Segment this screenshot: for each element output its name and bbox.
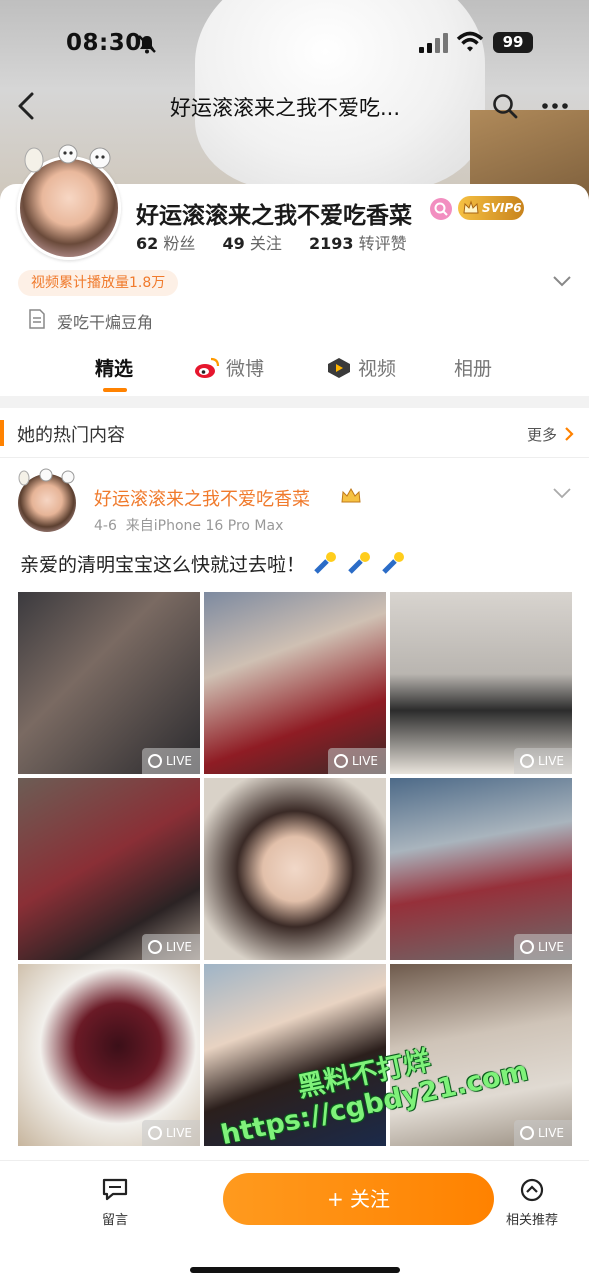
search-icon[interactable] [491,92,519,120]
candle-emoji-icon [382,552,405,574]
svip-badge[interactable]: SVIP6 [458,196,524,220]
status-bar: 08:30 99 [0,0,589,88]
post-photo-7[interactable]: LIVE [18,964,200,1146]
candle-emoji-icon [314,552,337,574]
post-photo-2[interactable]: LIVE [204,592,386,774]
live-badge: LIVE [141,748,200,774]
section-divider [0,396,589,408]
profile-card: 好运滚滚来之我不爱吃香菜 SVIP6 62 粉丝 49 关注 2193 转评赞 … [0,144,589,396]
live-icon [147,940,162,954]
post-card[interactable]: 好运滚滚来之我不爱吃香菜 4-6 来自iPhone 16 Pro Max 亲爱的… [0,458,589,1158]
live-badge: LIVE [513,748,572,774]
nav-title: 好运滚滚来之我不爱吃... [170,96,401,120]
post-meta: 4-6 来自iPhone 16 Pro Max [94,515,283,535]
post-author-name[interactable]: 好运滚滚来之我不爱吃香菜 [94,485,310,511]
post-date: 4-6 [94,518,117,534]
related-label: 相关推荐 [505,1213,558,1228]
post-photo-6[interactable]: LIVE [390,778,572,960]
tab-weibo[interactable]: 微博 [194,354,264,390]
back-arrow-icon[interactable] [12,90,40,122]
comment-button[interactable]: 留言 [80,1177,150,1228]
chevron-down-icon[interactable] [552,486,572,500]
video-play-count-badge[interactable]: 视频累计播放量1.8万 [18,270,179,296]
chevron-up-circle-icon [520,1178,544,1202]
weibo-logo-icon [195,357,220,378]
live-badge: LIVE [141,934,200,960]
avatar-frame-decoration-icon [18,468,75,486]
post-photo-4[interactable]: LIVE [18,778,200,960]
live-icon [519,1126,534,1140]
profile-bio: 爱吃干煸豆角 [57,313,154,332]
followers-stat[interactable]: 62 粉丝 [136,234,195,253]
status-time: 08:30 [66,30,142,56]
more-options-icon[interactable] [540,92,570,120]
related-recommend-button[interactable]: 相关推荐 [497,1177,567,1228]
crown-icon [341,487,361,503]
search-badge-icon[interactable] [430,198,452,220]
candle-emoji-icon [348,552,371,574]
post-text: 亲爱的清明宝宝这么快就过去啦！ [20,550,407,577]
post-photo-3[interactable]: LIVE [390,592,572,774]
wifi-icon [456,31,484,52]
hot-content-header: 她的热门内容 更多 [0,408,589,458]
profile-username: 好运滚滚来之我不爱吃香菜 [136,203,412,229]
live-badge: LIVE [513,934,572,960]
live-icon [147,1126,162,1140]
battery-indicator: 99 [493,32,533,53]
profile-tabs: 精选 微博 视频 相册 [0,350,589,396]
likes-stat[interactable]: 2193 转评赞 [309,234,407,253]
top-nav-bar: 好运滚滚来之我不爱吃... [0,84,589,128]
avatar-frame-decoration-icon [24,144,111,173]
post-photo-5[interactable] [204,778,386,960]
document-icon [29,309,45,329]
live-icon [519,940,534,954]
bottom-action-bar: 留言 + 关注 相关推荐 [0,1160,589,1280]
section-title: 她的热门内容 [17,425,125,446]
post-photo-1[interactable]: LIVE [18,592,200,774]
profile-stats: 62 粉丝 49 关注 2193 转评赞 [136,230,429,254]
signal-icon [419,33,448,53]
post-source: 来自iPhone 16 Pro Max [125,518,284,534]
live-icon [333,754,348,768]
video-play-icon [328,358,350,378]
tab-featured[interactable]: 精选 [95,354,133,390]
following-stat[interactable]: 49 关注 [222,234,281,253]
tab-video[interactable]: 视频 [326,354,396,390]
bell-mute-icon [138,35,156,54]
live-icon [519,754,534,768]
tab-album[interactable]: 相册 [454,354,492,390]
active-tab-indicator [103,388,127,392]
home-indicator [190,1267,400,1273]
chevron-down-icon[interactable] [552,274,572,288]
chevron-right-icon[interactable] [564,426,574,442]
live-badge: LIVE [141,1120,200,1146]
live-badge: LIVE [513,1120,572,1146]
message-icon [102,1178,128,1201]
live-icon [147,754,162,768]
follow-button[interactable]: + 关注 [223,1173,494,1225]
live-badge: LIVE [327,748,386,774]
comment-label: 留言 [101,1213,128,1228]
svip-label: SVIP6 [482,201,522,215]
section-accent-bar [0,420,4,446]
crown-icon [463,200,479,214]
more-link[interactable]: 更多 [527,424,557,445]
